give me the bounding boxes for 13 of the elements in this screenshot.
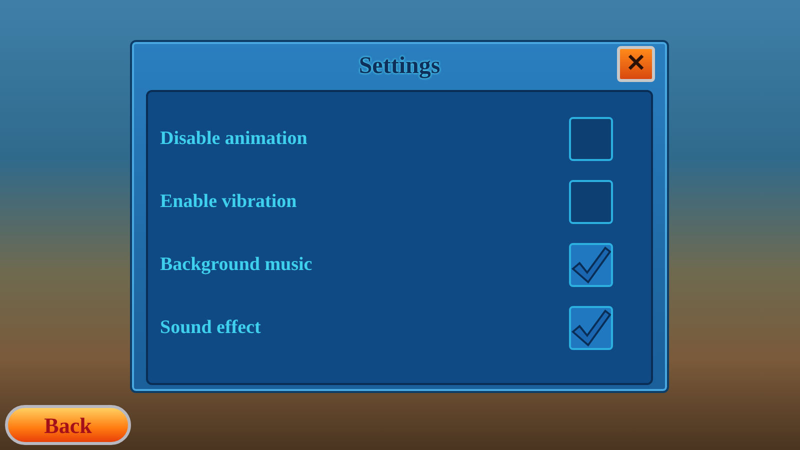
option-label: Sound effect [160,316,261,340]
close-button[interactable]: ✕ [617,46,655,82]
checkmark-icon [571,308,611,348]
option-label: Disable animation [160,126,308,151]
checkbox[interactable] [569,306,613,350]
checkbox[interactable] [569,180,613,224]
option-label: Enable vibration [160,190,297,214]
checkmark-icon [571,245,611,285]
back-button[interactable]: Back [5,405,131,445]
option-label: Background music [160,252,312,277]
checkbox[interactable] [569,243,613,287]
checkbox[interactable] [569,117,613,161]
dialog-title: Settings [358,52,440,81]
